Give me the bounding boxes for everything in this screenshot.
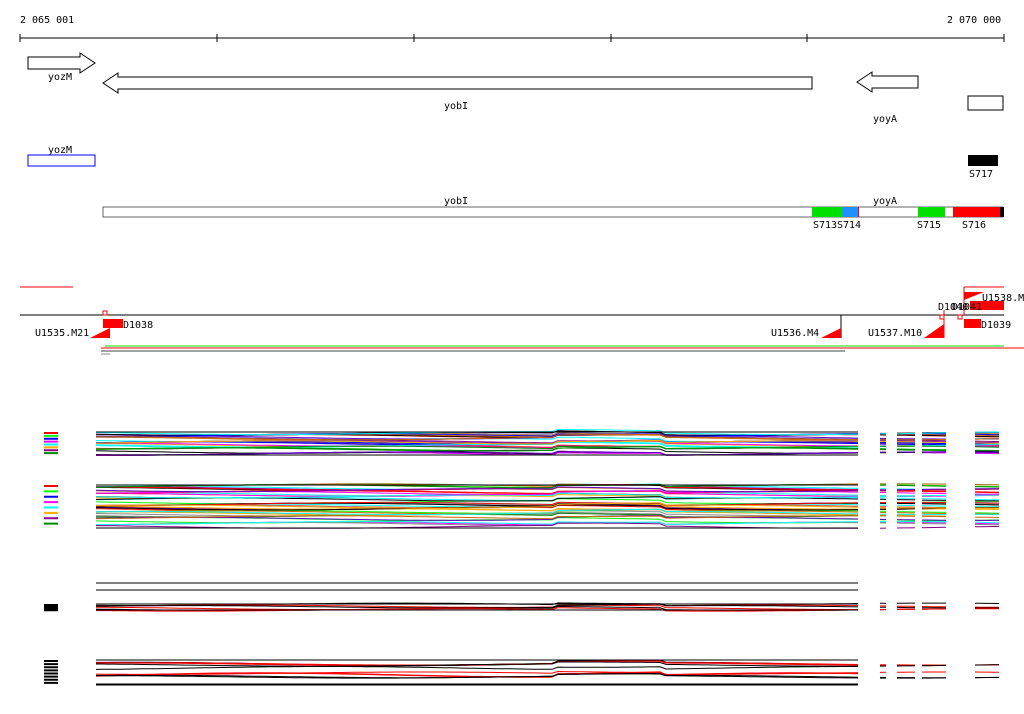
- segment-yoyA-label: yoyA: [873, 196, 897, 207]
- feature-marker: [102, 310, 108, 316]
- segment-s715-label: S715: [917, 220, 941, 231]
- segment-s717-label: S717: [969, 169, 993, 180]
- track-2-legend-swatch: [44, 495, 58, 498]
- gene-yozM-arrow[interactable]: [27, 52, 96, 74]
- track-1-legend-swatch: [44, 449, 58, 452]
- segment-s713-box[interactable]: [812, 207, 842, 217]
- track-4-legend-swatch: [44, 681, 58, 684]
- segment-s713-label: S713: [813, 220, 837, 231]
- feature-marker: [957, 314, 963, 320]
- gene-track: [27, 52, 1004, 111]
- feature-u1535-label: U1535.M21: [35, 328, 89, 339]
- track-2-legend-swatch: [44, 506, 58, 509]
- track-2-legend-swatch: [44, 485, 58, 487]
- feature-u1537-label: U1537.M10: [868, 328, 922, 339]
- track-4-line: [95, 666, 858, 670]
- track-4-legend-swatch: [44, 669, 58, 672]
- segment-s716-box[interactable]: [953, 207, 1000, 217]
- track-2-legend-swatch: [44, 511, 58, 514]
- feature-d1039-box[interactable]: [964, 319, 981, 328]
- feature-u1536-label: U1536.M4: [771, 328, 819, 339]
- track-4-legend-swatch: [44, 660, 58, 662]
- gene-yobI-arrow[interactable]: [102, 72, 813, 94]
- track-4-legend-swatch: [44, 678, 58, 681]
- track-4-legend-swatch: [44, 663, 58, 666]
- track-2-legend-swatch: [44, 517, 58, 520]
- track-1-legend-swatch: [44, 452, 58, 455]
- expression-tracks: [44, 428, 1000, 686]
- transcript-bar[interactable]: [102, 206, 1004, 218]
- track-1-legend-swatch: [44, 443, 58, 446]
- segment-end-box: [1000, 207, 1004, 217]
- segment-s717-box[interactable]: [968, 155, 998, 166]
- track-2-legend-swatch: [44, 490, 58, 493]
- track-3-legend-swatch: [44, 609, 58, 612]
- segment-s716-label: S716: [962, 220, 986, 231]
- gene-yoyA-label: yoyA: [873, 114, 897, 125]
- ruler-end-label: 2 070 000: [947, 15, 1001, 26]
- track-1-legend-swatch: [44, 440, 58, 443]
- track-2-line: [96, 515, 858, 520]
- ruler-start-label: 2 065 001: [20, 15, 74, 26]
- track-1-line: [974, 440, 1000, 443]
- cds-yozM-box[interactable]: [27, 154, 96, 167]
- track-2-line: [974, 491, 1000, 493]
- track-1-legend-swatch: [44, 432, 58, 434]
- gene-box[interactable]: [967, 95, 1004, 111]
- track-4-legend-swatch: [44, 672, 58, 675]
- feature-u1538-label: U1538.M: [982, 293, 1024, 304]
- track-1-legend-swatch: [44, 437, 58, 440]
- gene-yoyA-arrow[interactable]: [856, 71, 919, 93]
- feature-d1038-box[interactable]: [103, 319, 123, 328]
- feature-d1038-label: D1038: [123, 320, 153, 331]
- coverage-lines: [101, 345, 1024, 355]
- feature-u1538-triangle: [964, 292, 984, 300]
- feature-u1537-triangle: [924, 324, 944, 338]
- track-4-legend-swatch: [44, 675, 58, 678]
- segment-border: [858, 207, 859, 217]
- segment-s714-box[interactable]: [842, 207, 858, 217]
- track-1-legend-swatch: [44, 446, 58, 449]
- track-2-legend-swatch: [44, 501, 58, 504]
- gene-yobI-label: yobI: [444, 101, 468, 112]
- feature-track: [20, 286, 1004, 338]
- feature-u1535-triangle: [90, 328, 110, 338]
- feature-u1536-triangle: [821, 328, 841, 338]
- ruler: 2 065 001 2 070 000: [19, 15, 1005, 42]
- feature-d1041-label: D1041: [952, 302, 982, 313]
- track-1-legend-swatch: [44, 434, 58, 437]
- feature-marker: [939, 314, 945, 320]
- genome-browser: 2 065 001 2 070 000 yozM yobI yoyA yozM …: [19, 15, 1024, 686]
- gene-yozM-label: yozM: [48, 72, 72, 83]
- segment-s715-box[interactable]: [918, 207, 945, 217]
- track-4-legend-swatch: [44, 666, 58, 669]
- track-2-legend-swatch: [44, 522, 58, 525]
- segment-s714-label: S714: [837, 220, 861, 231]
- feature-d1039-label: D1039: [981, 320, 1011, 331]
- cds-yozM-label: yozM: [48, 145, 72, 156]
- segment-yobI-label: yobI: [444, 196, 468, 207]
